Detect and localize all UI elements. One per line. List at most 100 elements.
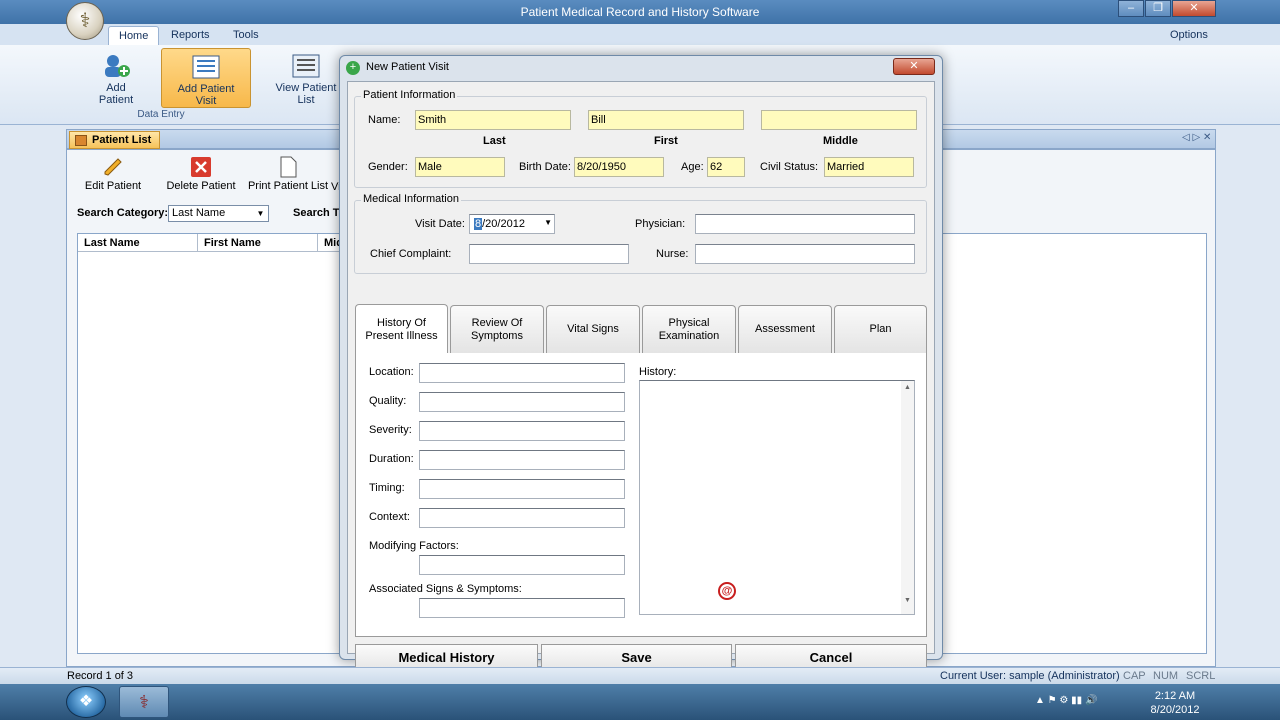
last-name-field[interactable]: Smith bbox=[415, 110, 571, 130]
visit-date-picker[interactable]: 8/20/2012 ▼ bbox=[469, 214, 555, 234]
status-bar: Record 1 of 3 Current User: sample (Admi… bbox=[0, 667, 1280, 684]
quality-field[interactable] bbox=[419, 392, 625, 412]
severity-field[interactable] bbox=[419, 421, 625, 441]
tab-assessment[interactable]: Assessment bbox=[738, 305, 832, 353]
view-patient-list-label: View Patient List bbox=[275, 82, 337, 106]
patient-list-title: Patient List bbox=[92, 134, 152, 146]
current-user: Current User: sample (Administrator) bbox=[940, 670, 1120, 682]
modifying-factors-field[interactable] bbox=[419, 555, 625, 575]
close-button[interactable]: ✕ bbox=[1172, 0, 1216, 17]
column-first-name[interactable]: First Name bbox=[198, 234, 318, 252]
tab-tools[interactable]: Tools bbox=[223, 26, 269, 45]
tab-history-present-illness[interactable]: History Of Present Illness bbox=[355, 304, 448, 354]
tab-label: Symptoms bbox=[471, 329, 523, 342]
history-textarea[interactable]: ▲ ▼ bbox=[639, 380, 915, 615]
context-field[interactable] bbox=[419, 508, 625, 528]
dialog-close-button[interactable]: ✕ bbox=[893, 58, 935, 75]
panel-nav-icons[interactable]: ◁ ▷ ✕ bbox=[1182, 132, 1211, 143]
physician-field[interactable] bbox=[695, 214, 915, 234]
first-name-field[interactable]: Bill bbox=[588, 110, 744, 130]
folder-icon bbox=[75, 135, 87, 146]
taskbar: ▲ ⚑ ⚙ ▮▮ 🔊 bbox=[0, 684, 1280, 720]
print-patient-list-button[interactable]: Print Patient List bbox=[246, 156, 330, 192]
add-patient-label: Add Patient bbox=[98, 82, 134, 106]
first-caption: First bbox=[654, 135, 678, 147]
title-bar: Patient Medical Record and History Softw… bbox=[0, 0, 1280, 24]
timing-field[interactable] bbox=[419, 479, 625, 499]
chief-complaint-label: Chief Complaint: bbox=[370, 248, 452, 260]
add-icon: + bbox=[346, 61, 360, 75]
civil-status-field[interactable]: Married bbox=[824, 157, 914, 177]
view-patient-list-button[interactable]: View Patient List bbox=[272, 48, 340, 108]
chevron-down-icon: ▼ bbox=[256, 209, 265, 218]
add-patient-button[interactable]: Add Patient bbox=[86, 48, 146, 108]
window-title: Patient Medical Record and History Softw… bbox=[520, 5, 760, 19]
tab-review-of-symptoms[interactable]: Review Of Symptoms bbox=[450, 305, 544, 353]
context-label: Context: bbox=[369, 511, 410, 523]
severity-label: Severity: bbox=[369, 424, 412, 436]
tab-physical-examination[interactable]: Physical Examination bbox=[642, 305, 736, 353]
column-middle-name[interactable]: Middle Name bbox=[318, 234, 340, 252]
clock-date: 8/20/2012 bbox=[1150, 704, 1200, 716]
tab-label: Present Illness bbox=[365, 329, 438, 342]
tab-home[interactable]: Home bbox=[108, 26, 160, 45]
num-indicator: NUM bbox=[1153, 670, 1179, 682]
column-last-name[interactable]: Last Name bbox=[78, 234, 198, 252]
clock[interactable]: 2:12 AM 8/20/2012 bbox=[1140, 689, 1210, 717]
civil-status-label: Civil Status: bbox=[760, 161, 819, 173]
record-count: Record 1 of 3 bbox=[67, 670, 134, 682]
new-patient-visit-dialog: + New Patient Visit ✕ Patient Informatio… bbox=[339, 55, 943, 672]
visit-date-label: Visit Date: bbox=[415, 218, 465, 230]
patient-list-tab[interactable]: Patient List bbox=[69, 131, 161, 149]
tab-label: Assessment bbox=[755, 323, 815, 335]
search-category-select[interactable]: Last Name ▼ bbox=[168, 205, 269, 222]
view-patient-visit-button[interactable]: View Patient Visit bbox=[331, 181, 339, 193]
minimize-button[interactable]: – bbox=[1118, 0, 1144, 17]
tab-plan[interactable]: Plan bbox=[834, 305, 927, 353]
search-category-value: Last Name bbox=[172, 207, 226, 219]
tray-icons[interactable]: ▲ ⚑ ⚙ ▮▮ 🔊 bbox=[1035, 695, 1097, 706]
taskbar-app-icon[interactable]: ⚕ bbox=[119, 686, 169, 718]
chief-complaint-field[interactable] bbox=[469, 244, 629, 264]
nurse-field[interactable] bbox=[695, 244, 915, 264]
print-patient-list-label: Print Patient List bbox=[247, 180, 329, 192]
middle-caption: Middle bbox=[823, 135, 858, 147]
tab-content: Location: Quality: Severity: Duration: T… bbox=[355, 353, 927, 637]
restore-button[interactable]: ❐ bbox=[1145, 0, 1171, 17]
location-field[interactable] bbox=[419, 363, 625, 383]
physician-label: Physician: bbox=[635, 218, 686, 230]
options-menu[interactable]: Options bbox=[1160, 26, 1218, 45]
search-category-label: Search Category: bbox=[77, 207, 169, 219]
visit-form-icon bbox=[192, 55, 220, 79]
middle-name-field[interactable] bbox=[761, 110, 917, 130]
delete-patient-button[interactable]: Delete Patient bbox=[164, 156, 238, 192]
history-scrollbar[interactable]: ▲ ▼ bbox=[901, 381, 914, 614]
add-user-icon bbox=[105, 55, 130, 77]
delete-patient-label: Delete Patient bbox=[166, 180, 236, 192]
tab-label: Review Of bbox=[471, 316, 523, 329]
tab-vital-signs[interactable]: Vital Signs bbox=[546, 305, 640, 353]
add-patient-visit-label: Add Patient Visit bbox=[177, 83, 235, 107]
clock-time: 2:12 AM bbox=[1154, 690, 1196, 702]
dialog-body: Patient Information Name: Smith Bill Las… bbox=[347, 81, 935, 672]
tab-label: Vital Signs bbox=[567, 323, 619, 335]
edit-patient-button[interactable]: Edit Patient bbox=[80, 156, 146, 192]
chevron-down-icon: ▼ bbox=[544, 218, 552, 227]
duration-label: Duration: bbox=[369, 453, 414, 465]
gender-field[interactable]: Male bbox=[415, 157, 505, 177]
patient-information-label: Patient Information bbox=[361, 89, 458, 101]
app-menu-button[interactable]: ⚕ bbox=[66, 2, 104, 40]
tab-reports[interactable]: Reports bbox=[161, 26, 220, 45]
birth-date-field[interactable]: 8/20/1950 bbox=[574, 157, 664, 177]
start-button[interactable]: ❖ bbox=[66, 686, 106, 718]
tab-label: History Of bbox=[377, 316, 426, 329]
location-label: Location: bbox=[369, 366, 414, 378]
delete-icon bbox=[191, 157, 211, 177]
associated-signs-label: Associated Signs & Symptoms: bbox=[369, 583, 522, 595]
associated-signs-field[interactable] bbox=[419, 598, 625, 618]
age-field[interactable]: 62 bbox=[707, 157, 745, 177]
name-label: Name: bbox=[368, 114, 401, 126]
duration-field[interactable] bbox=[419, 450, 625, 470]
tab-label: Physical bbox=[668, 316, 710, 329]
add-patient-visit-button[interactable]: Add Patient Visit bbox=[161, 48, 251, 108]
